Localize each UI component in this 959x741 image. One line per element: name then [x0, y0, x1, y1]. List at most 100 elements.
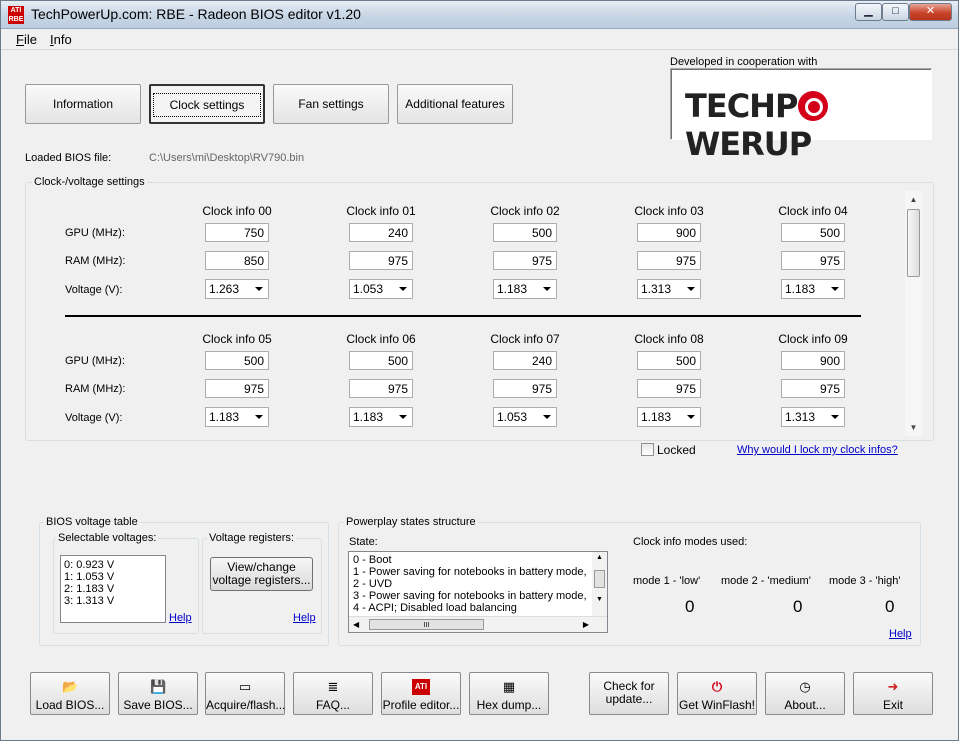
- main-window: ATI RBE TechPowerUp.com: RBE - Radeon BI…: [0, 0, 959, 741]
- why-lock-link[interactable]: Why would I lock my clock infos?: [737, 444, 898, 456]
- techpowerup-logo[interactable]: TECHPWERUP: [670, 68, 932, 163]
- chevron-down-icon[interactable]: [831, 287, 839, 291]
- voltage-combo[interactable]: 1.183: [493, 279, 557, 299]
- voltage-registers-title: Voltage registers:: [207, 532, 296, 544]
- list-item[interactable]: 1 - Power saving for notebooks in batter…: [353, 566, 589, 578]
- view-change-registers-button[interactable]: View/change voltage registers...: [210, 557, 313, 591]
- chevron-down-icon[interactable]: [831, 415, 839, 419]
- gpu-clock-input[interactable]: 500: [493, 223, 557, 242]
- powerplay-help-link[interactable]: Help: [889, 628, 912, 640]
- gpu-clock-input[interactable]: 500: [781, 223, 845, 242]
- ram-clock-input[interactable]: 850: [205, 251, 269, 270]
- chevron-down-icon[interactable]: [255, 415, 263, 419]
- gpu-clock-input[interactable]: 240: [349, 223, 413, 242]
- menu-file[interactable]: File: [16, 32, 37, 47]
- scroll-thumb[interactable]: III: [369, 619, 484, 630]
- chevron-down-icon[interactable]: [399, 415, 407, 419]
- minimize-button[interactable]: ▁: [855, 3, 882, 21]
- voltage-help-link[interactable]: Help: [169, 612, 192, 624]
- list-item[interactable]: 2: 1.183 V: [64, 583, 162, 595]
- scroll-up-icon[interactable]: ▲: [592, 552, 607, 564]
- chevron-down-icon[interactable]: [399, 287, 407, 291]
- chevron-down-icon[interactable]: [687, 287, 695, 291]
- list-item[interactable]: 4 - ACPI; Disabled load balancing: [353, 602, 589, 614]
- ram-row-label: RAM (MHz):: [65, 383, 126, 395]
- chevron-down-icon[interactable]: [543, 415, 551, 419]
- close-button[interactable]: ✕: [909, 3, 952, 21]
- gpu-clock-input[interactable]: 500: [349, 351, 413, 370]
- gpu-clock-input[interactable]: 750: [205, 223, 269, 242]
- gpu-clock-input[interactable]: 900: [637, 223, 701, 242]
- scroll-down-icon[interactable]: ▼: [592, 594, 607, 606]
- ram-clock-input[interactable]: 975: [349, 251, 413, 270]
- ram-clock-input[interactable]: 975: [493, 379, 557, 398]
- menu-info[interactable]: Info: [50, 32, 72, 47]
- ram-clock-input[interactable]: 975: [637, 379, 701, 398]
- voltage-combo[interactable]: 1.313: [781, 407, 845, 427]
- voltage-combo[interactable]: 1.183: [637, 407, 701, 427]
- voltage-value: 1.183: [209, 410, 240, 424]
- ram-clock-input[interactable]: 975: [781, 379, 845, 398]
- voltage-combo[interactable]: 1.263: [205, 279, 269, 299]
- tab-clock-settings[interactable]: Clock settings: [149, 84, 265, 124]
- scroll-thumb[interactable]: [907, 209, 920, 277]
- hex-dump-button[interactable]: ▦ Hex dump...: [469, 672, 549, 715]
- clock-vertical-scrollbar[interactable]: ▲ ▼: [905, 191, 922, 436]
- ram-row-label: RAM (MHz):: [65, 255, 126, 267]
- scroll-up-icon[interactable]: ▲: [905, 191, 922, 208]
- profile-editor-button[interactable]: ATI Profile editor...: [381, 672, 461, 715]
- power-icon: [798, 91, 829, 121]
- ram-clock-input[interactable]: 975: [637, 251, 701, 270]
- exit-button[interactable]: ➜ Exit: [853, 672, 933, 715]
- title-bar[interactable]: ATI RBE TechPowerUp.com: RBE - Radeon BI…: [1, 1, 958, 29]
- menu-bar: File Info: [1, 30, 958, 50]
- powerplay-state-listbox[interactable]: 0 - Boot 1 - Power saving for notebooks …: [348, 551, 608, 633]
- state-vertical-scrollbar[interactable]: ▲ ▼: [592, 552, 607, 616]
- voltage-combo[interactable]: 1.183: [205, 407, 269, 427]
- list-item[interactable]: 1: 1.053 V: [64, 571, 162, 583]
- list-item[interactable]: 0: 0.923 V: [64, 559, 162, 571]
- locked-checkbox[interactable]: [641, 443, 654, 456]
- chevron-down-icon[interactable]: [255, 287, 263, 291]
- get-winflash-button[interactable]: ⏻ Get WinFlash!: [677, 672, 757, 715]
- gpu-clock-input[interactable]: 500: [637, 351, 701, 370]
- voltage-combo[interactable]: 1.313: [637, 279, 701, 299]
- registers-help-link[interactable]: Help: [293, 612, 316, 624]
- list-item[interactable]: 0 - Boot: [353, 554, 589, 566]
- chevron-down-icon[interactable]: [687, 415, 695, 419]
- ram-clock-input[interactable]: 975: [349, 379, 413, 398]
- scroll-down-icon[interactable]: ▼: [905, 419, 922, 436]
- voltage-listbox[interactable]: 0: 0.923 V 1: 1.053 V 2: 1.183 V 3: 1.31…: [60, 555, 166, 623]
- gpu-clock-input[interactable]: 500: [205, 351, 269, 370]
- clock-info-header: Clock info 03: [634, 204, 704, 218]
- list-item[interactable]: 3 - Power saving for notebooks in batter…: [353, 590, 589, 602]
- load-bios-button[interactable]: 📂 Load BIOS...: [30, 672, 110, 715]
- tab-information[interactable]: Information: [25, 84, 141, 124]
- check-update-button[interactable]: Check for update...: [589, 672, 669, 715]
- save-bios-button[interactable]: 💾 Save BIOS...: [118, 672, 198, 715]
- faq-button[interactable]: ≣ FAQ...: [293, 672, 373, 715]
- voltage-combo[interactable]: 1.183: [349, 407, 413, 427]
- ram-clock-input[interactable]: 975: [205, 379, 269, 398]
- scroll-thumb[interactable]: [594, 570, 605, 588]
- clock-icon: ◷: [799, 679, 811, 694]
- about-button[interactable]: ◷ About...: [765, 672, 845, 715]
- mode-3-value: 0: [885, 597, 895, 616]
- gpu-clock-input[interactable]: 900: [781, 351, 845, 370]
- acquire-flash-button[interactable]: ▭ Acquire/flash...: [205, 672, 285, 715]
- voltage-combo[interactable]: 1.183: [781, 279, 845, 299]
- tab-fan-settings[interactable]: Fan settings: [273, 84, 389, 124]
- state-horizontal-scrollbar[interactable]: ◀ III ▶: [349, 616, 607, 632]
- ram-clock-input[interactable]: 975: [493, 251, 557, 270]
- tab-additional-features[interactable]: Additional features: [397, 84, 513, 124]
- chevron-down-icon[interactable]: [543, 287, 551, 291]
- scroll-left-icon[interactable]: ◀: [353, 619, 359, 631]
- list-item[interactable]: 3: 1.313 V: [64, 595, 162, 607]
- scroll-right-icon[interactable]: ▶: [583, 619, 589, 631]
- voltage-combo[interactable]: 1.053: [349, 279, 413, 299]
- voltage-combo[interactable]: 1.053: [493, 407, 557, 427]
- list-item[interactable]: 2 - UVD: [353, 578, 589, 590]
- ram-clock-input[interactable]: 975: [781, 251, 845, 270]
- gpu-clock-input[interactable]: 240: [493, 351, 557, 370]
- maximize-button[interactable]: □: [882, 3, 909, 21]
